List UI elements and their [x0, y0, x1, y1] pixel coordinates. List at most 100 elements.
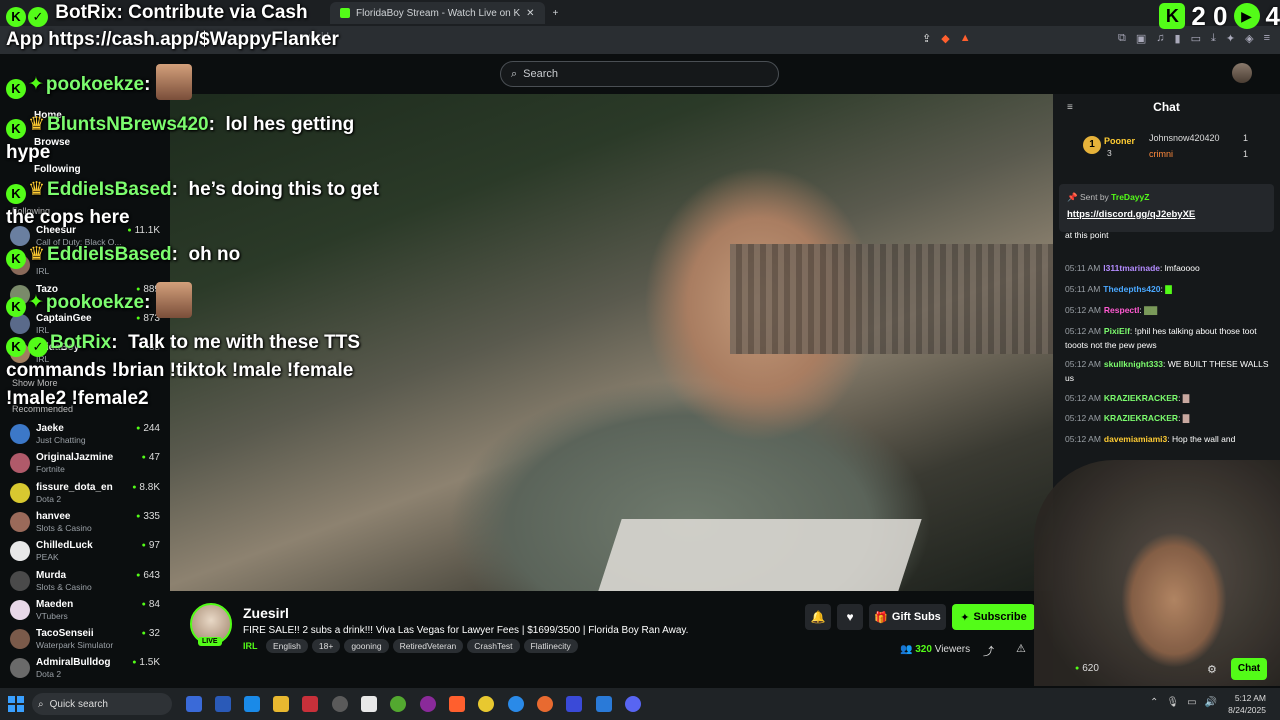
- file-explorer-icon[interactable]: [273, 696, 289, 712]
- channel-viewers: 244: [136, 423, 160, 434]
- pinned-link[interactable]: https://discord.gg/qJ2ebyXE: [1067, 209, 1195, 220]
- recommended-channel[interactable]: ChilledLuck PEAK 97: [10, 538, 160, 566]
- stream-tag[interactable]: Flatlinecity: [523, 639, 578, 653]
- chat-username[interactable]: KRAZIEKRACKER: [1104, 413, 1178, 423]
- pinned-message: 📌 Sent by TreDayyZ https://discord.gg/qJ…: [1059, 184, 1274, 232]
- recommended-channel[interactable]: hanvee Slots & Casino 335: [10, 509, 160, 537]
- user-avatar[interactable]: [1232, 63, 1252, 83]
- brave-rewards-icon[interactable]: ▲: [960, 32, 971, 45]
- leo-ai-icon[interactable]: ✦: [1226, 32, 1235, 45]
- chat-username[interactable]: Thedepths420: [1103, 284, 1160, 294]
- chrome-icon[interactable]: [478, 696, 494, 712]
- network-icon[interactable]: ▭: [1187, 697, 1196, 708]
- streamer-name[interactable]: Zuesirl: [243, 605, 289, 621]
- overlay-username: EddieIsBased: [47, 179, 172, 200]
- extensions-icon[interactable]: ⧉: [1118, 32, 1126, 45]
- overlay-message: K ♛ BluntsNBrews420: lol hes getting: [6, 112, 354, 139]
- edge-icon[interactable]: [508, 696, 524, 712]
- taskbar-search[interactable]: ⌕ Quick search: [32, 693, 172, 715]
- firefox-icon[interactable]: [537, 696, 553, 712]
- report-icon[interactable]: ⚠: [1016, 642, 1026, 655]
- new-tab-icon[interactable]: +: [553, 8, 559, 19]
- gift-subs-button[interactable]: 🎁 Gift Subs: [869, 604, 946, 630]
- browser-tab-2[interactable]: FloridaBoy Stream - Watch Live on K ✕: [330, 2, 545, 24]
- kick-favicon-icon: [340, 8, 350, 18]
- share-icon[interactable]: ⤴: [983, 643, 994, 659]
- brave-shield-icon[interactable]: ◆: [941, 32, 949, 45]
- star-icon: ✦: [960, 611, 970, 624]
- pin-icon: 📌: [1067, 192, 1078, 202]
- taskbar-app-icon[interactable]: [215, 696, 231, 712]
- search-input[interactable]: ⌕ Search: [500, 61, 779, 87]
- clock[interactable]: 5:12 AM 8/24/2025: [1228, 692, 1266, 716]
- vscode-icon[interactable]: [596, 696, 612, 712]
- taskbar-app-icon[interactable]: [420, 696, 436, 712]
- download-icon[interactable]: ⤓: [1211, 32, 1216, 45]
- recommended-channel[interactable]: Jaeke Just Chatting 244: [10, 421, 160, 449]
- verified-badge-icon: ✓: [28, 7, 48, 27]
- windows-start-icon[interactable]: [8, 696, 24, 712]
- stream-category[interactable]: IRL: [243, 641, 258, 651]
- overlay-message: K ✓ BotRix: Talk to me with these TTS: [6, 330, 360, 357]
- recommended-channel[interactable]: Maeden VTubers 84: [10, 597, 160, 625]
- follow-heart-button[interactable]: ♥: [837, 604, 863, 630]
- channel-avatar: [10, 600, 30, 620]
- notification-bell-button[interactable]: 🔔: [805, 604, 831, 630]
- chevron-up-icon[interactable]: ⌃: [1150, 697, 1158, 708]
- close-tab-icon[interactable]: ✕: [526, 8, 534, 19]
- taskbar-app-icon[interactable]: [244, 696, 260, 712]
- brave-browser-icon[interactable]: [449, 696, 465, 712]
- overlay-text: lol hes getting: [225, 114, 355, 135]
- recommended-channel[interactable]: OriginalJazmine Fortnite 47: [10, 450, 160, 478]
- recommended-channel[interactable]: Murda Slots & Casino 643: [10, 568, 160, 596]
- stream-tag[interactable]: CrashTest: [467, 639, 520, 653]
- recommended-channel[interactable]: TacoSenseii Waterpark Simulator 32: [10, 626, 160, 654]
- channel-avatar: [10, 541, 30, 561]
- pinned-user: TreDayyZ: [1111, 192, 1150, 202]
- volume-icon[interactable]: 🔊: [1205, 697, 1217, 708]
- overlay-message: K ♛ EddieIsBased: oh no: [6, 242, 240, 269]
- taskbar-app-icon[interactable]: [390, 696, 406, 712]
- taskbar-app-icon[interactable]: [361, 696, 377, 712]
- stream-tag[interactable]: gooning: [344, 639, 389, 653]
- tab-label: FloridaBoy Stream - Watch Live on K: [356, 7, 521, 19]
- share-page-icon[interactable]: ⇪: [922, 32, 931, 45]
- chat-settings-icon[interactable]: ⚙: [1207, 663, 1217, 676]
- taskbar-app-icon[interactable]: [302, 696, 318, 712]
- chat-username[interactable]: l311tmarinade: [1103, 263, 1160, 273]
- chat-username[interactable]: skullknight333: [1104, 359, 1163, 369]
- taskbar-app-icon[interactable]: [186, 696, 202, 712]
- subscribe-button[interactable]: ✦ Subscribe: [952, 604, 1035, 630]
- stream-tag[interactable]: RetiredVeteran: [392, 639, 464, 653]
- wallet-icon[interactable]: ▭: [1191, 32, 1201, 45]
- recommended-channel[interactable]: fissure_dota_en Dota 2 8.8K: [10, 480, 160, 508]
- chat-username[interactable]: davemiamiami3: [1104, 434, 1167, 444]
- chat-username[interactable]: PixiElf: [1104, 326, 1130, 336]
- chat-message: 05:12 AM KRAZIEKRACKER: ▇: [1065, 413, 1190, 423]
- live-badge: LIVE: [198, 637, 222, 646]
- chat-username[interactable]: RespectI: [1104, 305, 1139, 315]
- media-icon[interactable]: ♫: [1156, 32, 1164, 45]
- channel-category: Just Chatting: [36, 435, 86, 445]
- emote-icon: ▇: [1165, 284, 1172, 294]
- sidebar-icon[interactable]: ▮: [1175, 32, 1181, 45]
- menu-icon[interactable]: ≡: [1264, 32, 1270, 45]
- recommended-channel[interactable]: AdmiralBulldog Dota 2 1.5K: [10, 655, 160, 683]
- discord-icon[interactable]: [625, 696, 641, 712]
- overlay-username: pookoekze: [45, 292, 145, 313]
- chat-username[interactable]: KRAZIEKRACKER: [1104, 393, 1178, 403]
- search-icon: ⌕: [511, 67, 518, 80]
- channel-name: Maeden: [36, 599, 74, 610]
- stream-info: LIVE Zuesirl FIRE SALE!! 2 subs a drink!…: [170, 591, 1053, 686]
- search-placeholder: Search: [523, 68, 559, 80]
- channel-name: OriginalJazmine: [36, 452, 114, 463]
- vpn-icon[interactable]: ◈: [1245, 32, 1253, 45]
- crown-badge-icon: ♛: [28, 244, 46, 265]
- chat-send-button[interactable]: Chat: [1231, 658, 1267, 680]
- taskbar-app-icon[interactable]: [332, 696, 348, 712]
- stream-tag[interactable]: English: [266, 639, 308, 653]
- taskbar-app-icon[interactable]: [566, 696, 582, 712]
- screenshot-icon[interactable]: ▣: [1136, 32, 1146, 45]
- stream-tag[interactable]: 18+: [311, 639, 341, 653]
- microphone-icon[interactable]: 🎙: [1166, 697, 1179, 708]
